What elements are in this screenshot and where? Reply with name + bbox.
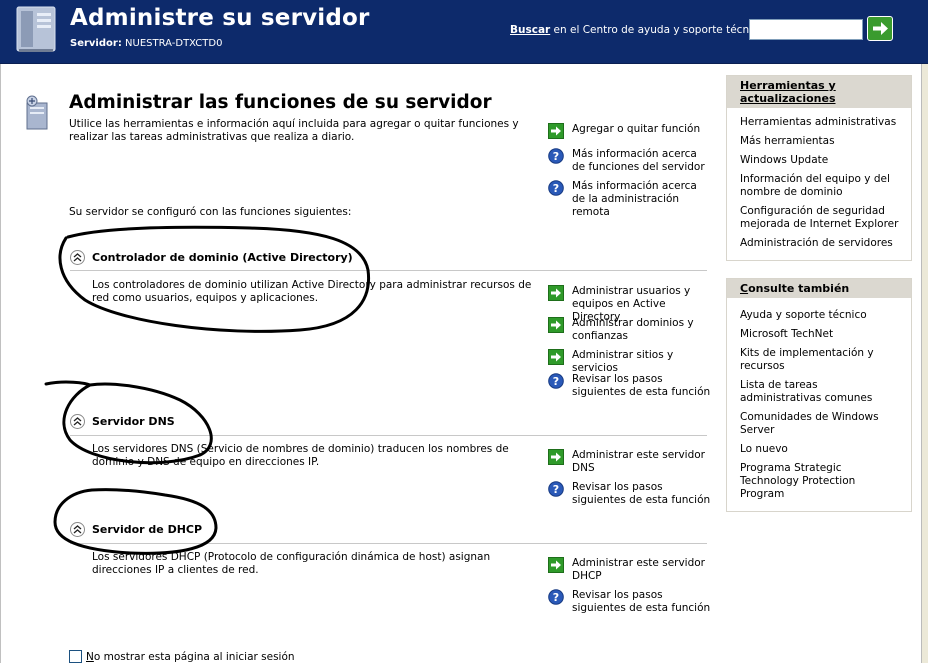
svg-text:?: ? [553, 150, 559, 163]
green-arrow-go-icon [873, 22, 888, 35]
server-roles-icon [26, 95, 48, 130]
action-label: Revisar los pasos siguientes de esta fun… [572, 373, 711, 398]
role-description: Los controladores de dominio utilizan Ac… [92, 279, 532, 304]
role-header-dhcp[interactable]: Servidor de DHCP [70, 522, 202, 537]
role-description: Los servidores DNS (Servicio de nombres … [92, 443, 509, 468]
tools-panel-list: Herramientas administrativas Más herrami… [727, 108, 911, 260]
dont-show-option[interactable]: No mostrar esta página al iniciar sesión [69, 650, 295, 663]
see-also-item-stpp[interactable]: Programa Strategic Technology Protection… [740, 462, 899, 501]
see-also-item-technet[interactable]: Microsoft TechNet [740, 328, 899, 341]
collapse-chevron-icon [70, 414, 85, 429]
see-also-panel-title: Consulte también [727, 279, 911, 298]
help-icon: ? [548, 373, 564, 389]
tools-item-ie-security[interactable]: Configuración de seguridad mejorada de I… [740, 205, 899, 231]
tools-item-server-management[interactable]: Administración de servidores [740, 237, 899, 250]
green-arrow-icon [548, 285, 564, 301]
role-divider [70, 270, 707, 271]
search-go-button[interactable] [867, 16, 893, 41]
search-label-rest: en el Centro de ayuda y soporte técnico [550, 24, 765, 36]
green-arrow-icon [548, 123, 564, 139]
dont-show-label[interactable]: No mostrar esta página al iniciar sesión [86, 651, 295, 663]
role-name: Servidor de DHCP [92, 523, 203, 536]
green-arrow-icon [548, 449, 564, 465]
role-header-domain-controller[interactable]: Controlador de dominio (Active Directory… [70, 250, 353, 265]
role-name: Controlador de dominio (Active Directory… [92, 251, 353, 264]
search-input[interactable] [749, 19, 863, 40]
header-bar: Administre su servidor Servidor: NUESTRA… [0, 0, 928, 64]
review-next-steps-link[interactable]: ? Revisar los pasos siguientes de esta f… [548, 481, 712, 507]
app-title: Administre su servidor [70, 5, 370, 31]
help-icon: ? [548, 148, 564, 164]
see-also-item-whats-new[interactable]: Lo nuevo [740, 443, 899, 456]
role-divider [70, 543, 707, 544]
help-icon: ? [548, 481, 564, 497]
svg-text:?: ? [553, 591, 559, 604]
dont-show-label-rest: o mostrar esta página al iniciar sesión [93, 650, 295, 663]
tools-item-windows-update[interactable]: Windows Update [740, 154, 899, 167]
page-description: Utilice las herramientas e información a… [69, 118, 519, 143]
collapse-chevron-icon [70, 522, 85, 537]
see-also-title-accel: C [740, 282, 749, 295]
action-label: Administrar sitios y servicios [572, 349, 674, 374]
svg-text:?: ? [553, 375, 559, 388]
tools-item-computer-info[interactable]: Información del equipo y del nombre de d… [740, 173, 899, 199]
action-label: Más información acerca de funciones del … [572, 148, 705, 173]
server-icon [16, 6, 56, 52]
role-divider [70, 435, 707, 436]
tools-panel-title: Herramientas y actualizaciones [727, 76, 911, 108]
action-label: Agregar o quitar función [572, 123, 701, 135]
action-label: Revisar los pasos siguientes de esta fun… [572, 589, 711, 614]
green-arrow-icon [548, 349, 564, 365]
see-also-panel: Consulte también Ayuda y soporte técnico… [726, 278, 912, 512]
search-label: Buscar en el Centro de ayuda y soporte t… [510, 24, 764, 36]
configured-roles-label: Su servidor se configuró con las funcion… [69, 206, 352, 218]
collapse-chevron-icon [70, 250, 85, 265]
action-label: Administrar dominios y confianzas [572, 317, 694, 342]
server-label: Servidor: [70, 38, 122, 49]
manage-domains-trusts-link[interactable]: Administrar dominios y confianzas [548, 317, 712, 343]
role-header-dns[interactable]: Servidor DNS [70, 414, 175, 429]
see-also-title-rest: onsulte también [748, 282, 850, 295]
see-also-item-kits[interactable]: Kits de implementación y recursos [740, 347, 899, 373]
dont-show-accel: N [86, 650, 94, 663]
manage-dns-server-link[interactable]: Administrar este servidor DNS [548, 449, 712, 475]
action-label: Administrar este servidor DNS [572, 449, 706, 474]
scrollbar-edge[interactable] [921, 64, 928, 663]
tools-item-admin-tools[interactable]: Herramientas administrativas [740, 116, 899, 129]
action-label: Más información acerca de la administrac… [572, 180, 697, 218]
see-also-item-communities[interactable]: Comunidades de Windows Server [740, 411, 899, 437]
green-arrow-icon [548, 317, 564, 333]
server-name: NUESTRA-DTXCTD0 [125, 38, 223, 49]
action-label: Revisar los pasos siguientes de esta fun… [572, 481, 711, 506]
more-info-roles-link[interactable]: ? Más información acerca de funciones de… [548, 148, 712, 174]
dont-show-checkbox[interactable] [69, 650, 82, 663]
more-info-remote-admin-link[interactable]: ? Más información acerca de la administr… [548, 180, 712, 219]
svg-text:?: ? [553, 483, 559, 496]
manage-sites-services-link[interactable]: Administrar sitios y servicios [548, 349, 712, 375]
help-icon: ? [548, 589, 564, 605]
green-arrow-icon [548, 557, 564, 573]
review-next-steps-link[interactable]: ? Revisar los pasos siguientes de esta f… [548, 589, 712, 615]
svg-text:?: ? [553, 182, 559, 195]
see-also-item-help[interactable]: Ayuda y soporte técnico [740, 309, 899, 322]
see-also-item-task-list[interactable]: Lista de tareas administrativas comunes [740, 379, 899, 405]
see-also-list: Ayuda y soporte técnico Microsoft TechNe… [727, 298, 911, 511]
search-label-bold: Buscar [510, 24, 551, 36]
role-name: Servidor DNS [92, 415, 175, 428]
role-description: Los servidores DHCP (Protocolo de config… [92, 551, 491, 576]
action-label: Administrar este servidor DHCP [572, 557, 706, 582]
tools-item-more-tools[interactable]: Más herramientas [740, 135, 899, 148]
tools-panel: Herramientas y actualizaciones Herramien… [726, 75, 912, 261]
manage-dhcp-server-link[interactable]: Administrar este servidor DHCP [548, 557, 712, 583]
review-next-steps-link[interactable]: ? Revisar los pasos siguientes de esta f… [548, 373, 712, 399]
page-title: Administrar las funciones de su servidor [69, 92, 492, 113]
server-info: Servidor: NUESTRA-DTXCTD0 [70, 38, 222, 49]
help-icon: ? [548, 180, 564, 196]
add-remove-role-link[interactable]: Agregar o quitar función [548, 123, 712, 139]
